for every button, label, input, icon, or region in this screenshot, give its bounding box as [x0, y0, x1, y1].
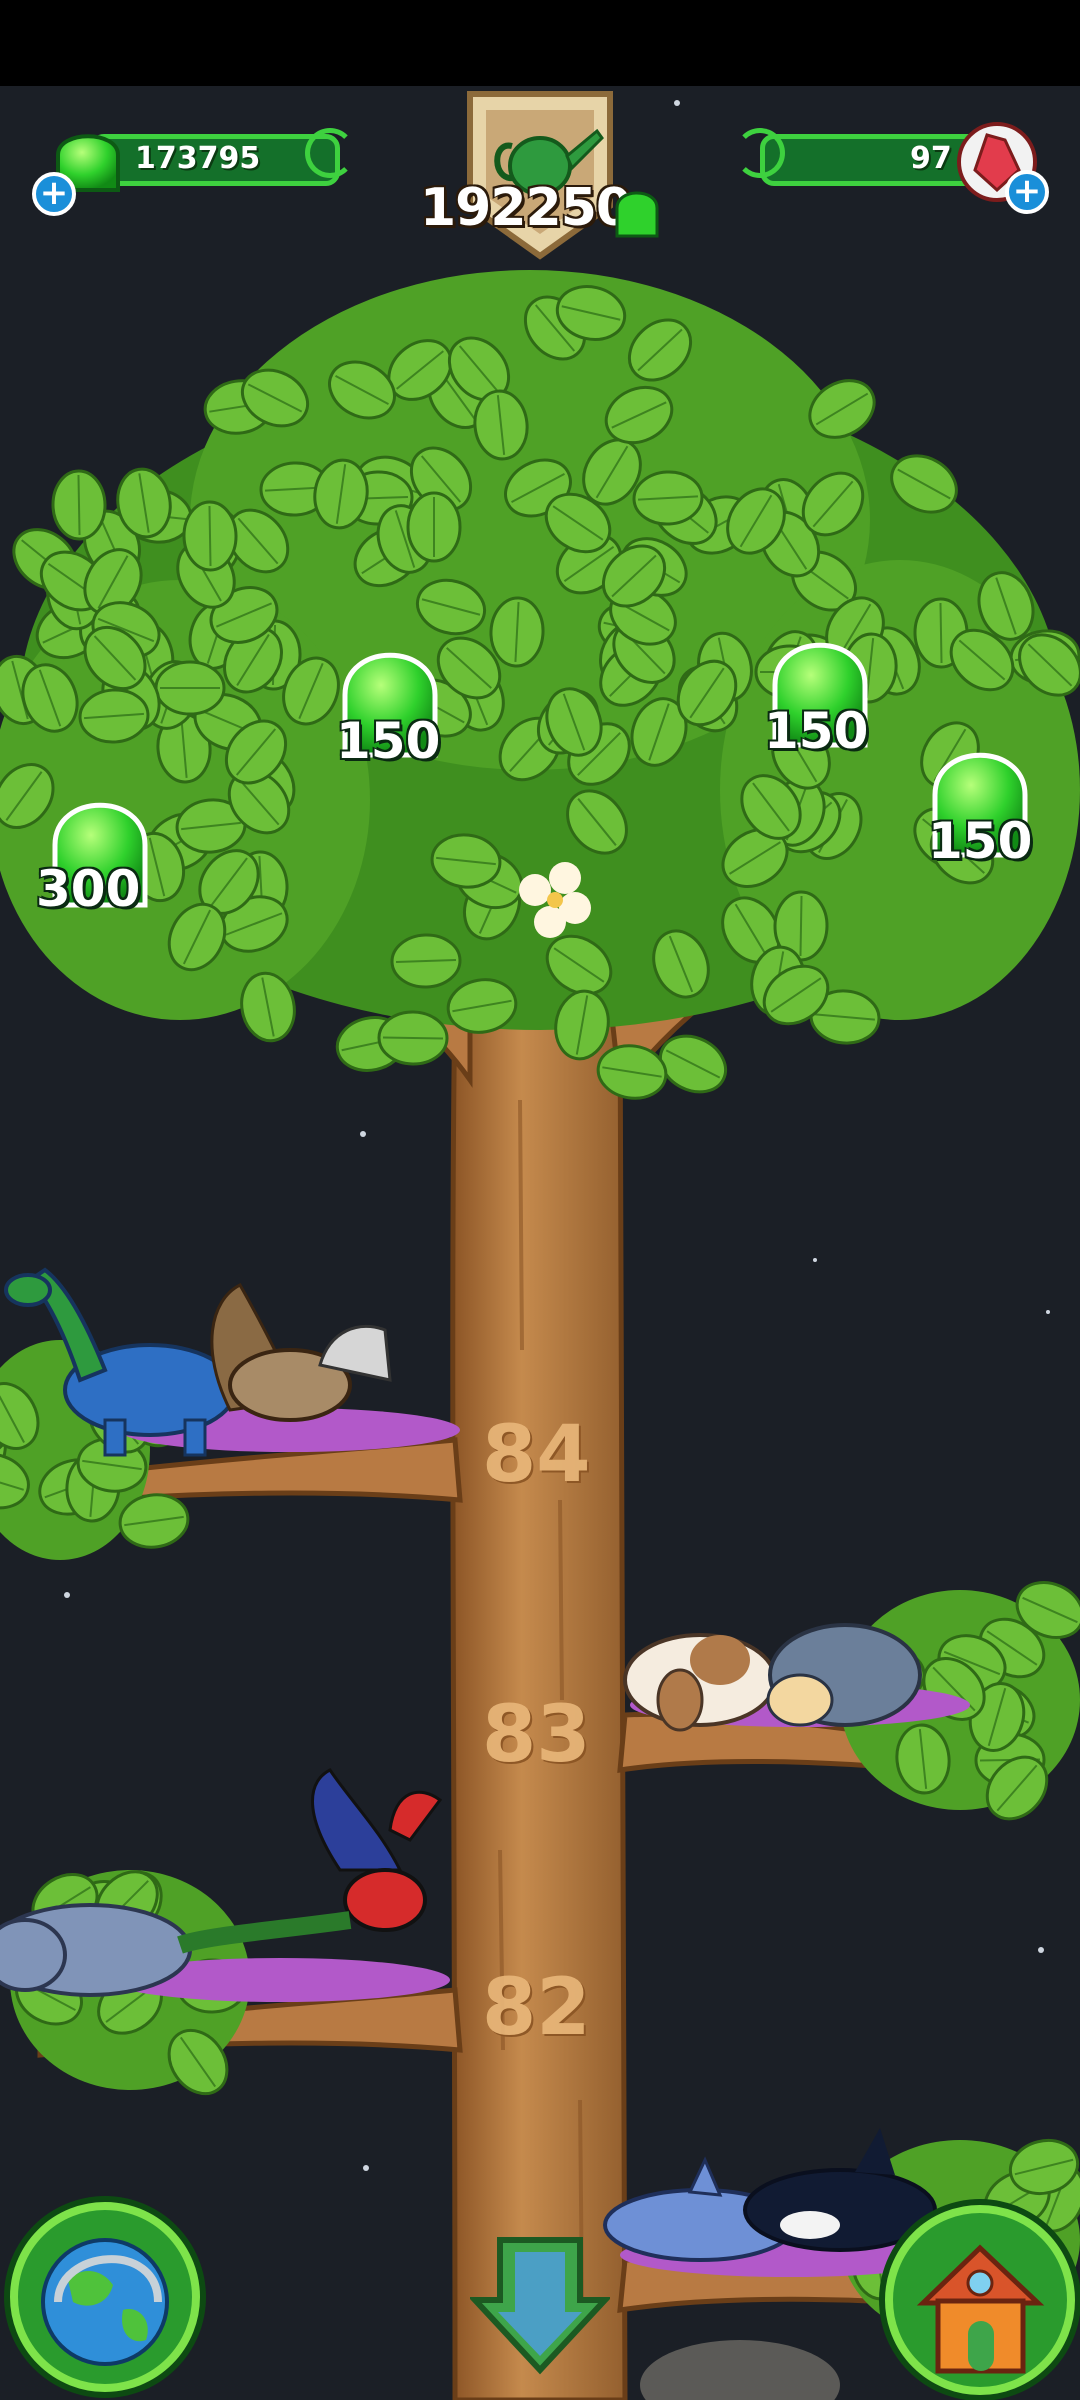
branch-number-84: 84: [482, 1410, 591, 1500]
small-gem-icon: [615, 191, 659, 238]
leaf: [389, 932, 463, 990]
vine-ornament-right: [735, 128, 785, 178]
gem-collectible-300[interactable]: 300: [36, 790, 160, 920]
rock: [640, 2340, 840, 2400]
leaf: [50, 469, 108, 541]
add-gems-button[interactable]: +: [32, 172, 76, 216]
tree-canopy: [0, 270, 1080, 1105]
gem-value-label: 150: [336, 712, 441, 770]
branch-number-83: 83: [482, 1690, 591, 1780]
vine-ornament: [305, 128, 355, 178]
panther-animal[interactable]: [0, 1903, 192, 1997]
scroll-down-button[interactable]: [470, 2230, 610, 2380]
leaf: [154, 660, 226, 716]
status-bar: [0, 0, 1080, 86]
turkey-animal[interactable]: [210, 1283, 392, 1422]
globe-icon: [41, 2238, 169, 2366]
branch-number-82: 82: [482, 1963, 591, 2053]
leaf: [181, 500, 239, 572]
home-button[interactable]: [885, 2205, 1075, 2395]
gem-collectible-150-b[interactable]: 150: [760, 630, 880, 760]
gem-collectible-150-a[interactable]: 150: [330, 640, 450, 770]
gem-collectible-150-c[interactable]: 150: [920, 740, 1040, 870]
leaf: [377, 1009, 449, 1067]
add-crystals-button[interactable]: +: [1005, 170, 1049, 214]
leaf: [406, 491, 462, 563]
gem-value-label: 300: [36, 860, 141, 918]
right-counter: 97: [910, 141, 952, 176]
center-counter: 192250: [420, 178, 632, 238]
gem-value-label: 150: [764, 702, 869, 760]
left-counter: 173795: [135, 141, 261, 176]
down-arrow-icon: [470, 2237, 610, 2375]
hedgehog-animal[interactable]: [766, 1623, 922, 1727]
house-icon: [916, 2244, 1045, 2374]
gem-value-label: 150: [928, 812, 1033, 870]
world-map-button[interactable]: [10, 2202, 200, 2392]
orca-animal[interactable]: [743, 2128, 937, 2252]
